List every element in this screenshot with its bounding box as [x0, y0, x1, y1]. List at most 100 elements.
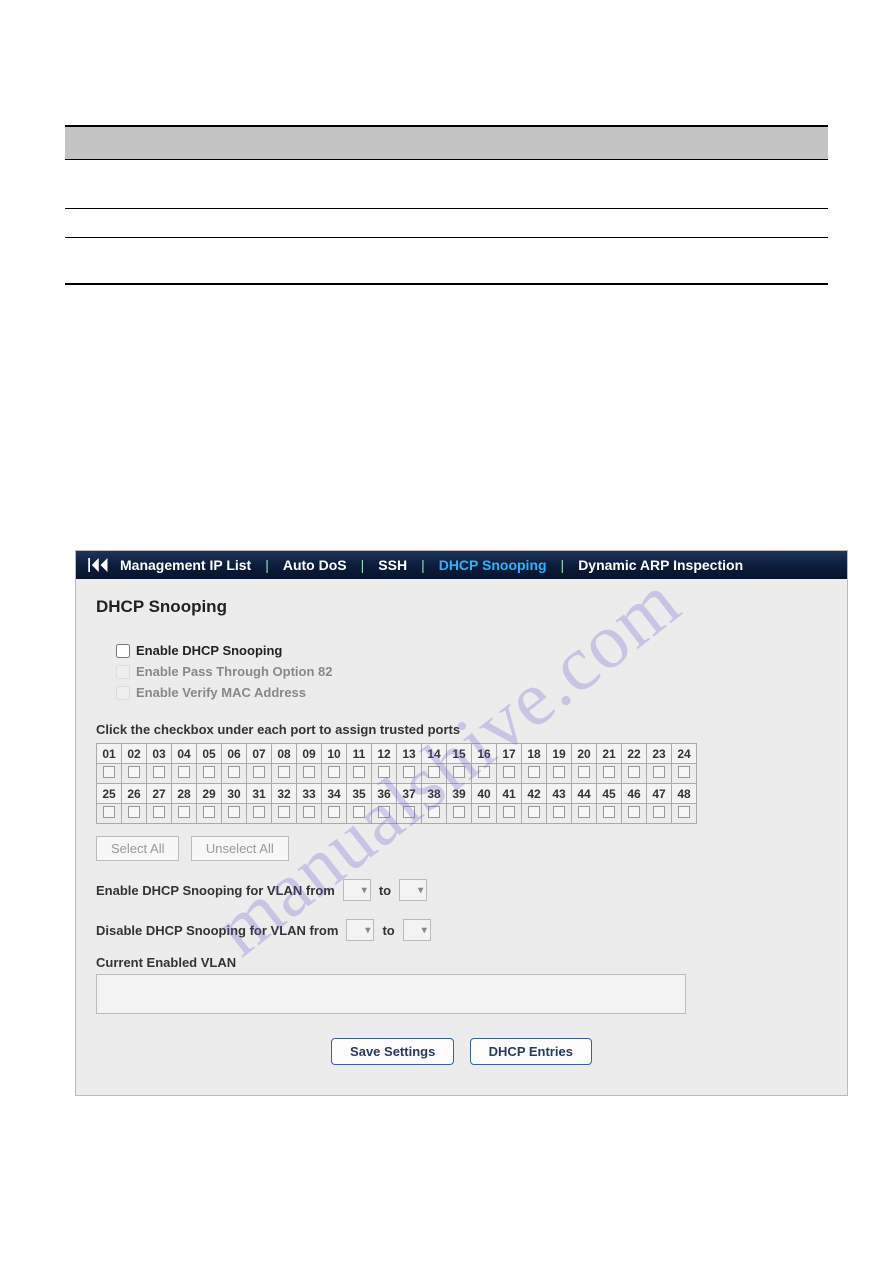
port-checkbox-22[interactable]	[622, 764, 647, 784]
port-header-45: 45	[597, 784, 622, 804]
port-checkbox-26[interactable]	[122, 804, 147, 824]
port-checkbox-30[interactable]	[222, 804, 247, 824]
port-header-02: 02	[122, 744, 147, 764]
port-header-40: 40	[472, 784, 497, 804]
port-checkbox-06[interactable]	[222, 764, 247, 784]
port-header-09: 09	[297, 744, 322, 764]
port-header-32: 32	[272, 784, 297, 804]
save-settings-button[interactable]: Save Settings	[331, 1038, 454, 1065]
port-checkbox-18[interactable]	[522, 764, 547, 784]
port-checkbox-44[interactable]	[572, 804, 597, 824]
port-header-10: 10	[322, 744, 347, 764]
port-checkbox-16[interactable]	[472, 764, 497, 784]
tab-auto-dos[interactable]: Auto DoS	[283, 557, 347, 573]
checkbox-icon	[278, 806, 290, 818]
checkbox-icon	[553, 766, 565, 778]
port-checkbox-01[interactable]	[97, 764, 122, 784]
port-checkbox-24[interactable]	[672, 764, 697, 784]
enable-dhcp-snooping-label: Enable DHCP Snooping	[136, 643, 282, 658]
port-checkbox-04[interactable]	[172, 764, 197, 784]
port-checkbox-35[interactable]	[347, 804, 372, 824]
port-checkbox-19[interactable]	[547, 764, 572, 784]
port-checkbox-15[interactable]	[447, 764, 472, 784]
port-checkbox-27[interactable]	[147, 804, 172, 824]
enable-opt82-row: Enable Pass Through Option 82	[116, 664, 827, 679]
tab-dynamic-arp[interactable]: Dynamic ARP Inspection	[578, 557, 743, 573]
port-header-08: 08	[272, 744, 297, 764]
checkbox-icon	[203, 766, 215, 778]
port-header-06: 06	[222, 744, 247, 764]
port-checkbox-45[interactable]	[597, 804, 622, 824]
port-checkbox-33[interactable]	[297, 804, 322, 824]
enable-vlan-to-dropdown[interactable]: ▾	[399, 879, 427, 901]
checkbox-icon	[228, 806, 240, 818]
enable-vlan-from-dropdown[interactable]: ▾	[343, 879, 371, 901]
port-header-16: 16	[472, 744, 497, 764]
trusted-ports-instruction: Click the checkbox under each port to as…	[96, 722, 827, 737]
port-checkbox-09[interactable]	[297, 764, 322, 784]
port-checkbox-47[interactable]	[647, 804, 672, 824]
port-checkbox-41[interactable]	[497, 804, 522, 824]
dhcp-entries-button[interactable]: DHCP Entries	[470, 1038, 592, 1065]
checkbox-icon	[103, 766, 115, 778]
port-checkbox-31[interactable]	[247, 804, 272, 824]
rewind-icon[interactable]	[86, 557, 108, 573]
port-checkbox-32[interactable]	[272, 804, 297, 824]
port-checkbox-08[interactable]	[272, 764, 297, 784]
port-checkbox-11[interactable]	[347, 764, 372, 784]
port-checkbox-42[interactable]	[522, 804, 547, 824]
port-checkbox-25[interactable]	[97, 804, 122, 824]
port-checkbox-34[interactable]	[322, 804, 347, 824]
port-checkbox-21[interactable]	[597, 764, 622, 784]
port-checkbox-07[interactable]	[247, 764, 272, 784]
port-checkbox-36[interactable]	[372, 804, 397, 824]
tab-bar: Management IP List | Auto DoS | SSH | DH…	[76, 551, 847, 579]
enable-vlan-label: Enable DHCP Snooping for VLAN from	[96, 883, 335, 898]
port-header-46: 46	[622, 784, 647, 804]
port-checkbox-10[interactable]	[322, 764, 347, 784]
port-checkbox-29[interactable]	[197, 804, 222, 824]
port-checkbox-17[interactable]	[497, 764, 522, 784]
port-checkbox-48[interactable]	[672, 804, 697, 824]
tab-ssh[interactable]: SSH	[378, 557, 407, 573]
checkbox-icon	[203, 806, 215, 818]
port-header-30: 30	[222, 784, 247, 804]
port-checkbox-37[interactable]	[397, 804, 422, 824]
port-checkbox-43[interactable]	[547, 804, 572, 824]
checkbox-icon	[403, 806, 415, 818]
checkbox-icon	[128, 766, 140, 778]
checkbox-icon	[253, 806, 265, 818]
port-checkbox-40[interactable]	[472, 804, 497, 824]
unselect-all-button[interactable]: Unselect All	[191, 836, 289, 861]
disable-vlan-from-dropdown[interactable]: ▾	[346, 919, 374, 941]
tab-dhcp-snooping[interactable]: DHCP Snooping	[439, 557, 547, 573]
port-header-15: 15	[447, 744, 472, 764]
enable-dhcp-snooping-checkbox[interactable]	[116, 644, 130, 658]
tab-separator: |	[421, 557, 425, 573]
checkbox-icon	[603, 806, 615, 818]
tab-separator: |	[361, 557, 365, 573]
port-checkbox-28[interactable]	[172, 804, 197, 824]
vlan-to-label: to	[382, 923, 394, 938]
enable-verify-mac-label: Enable Verify MAC Address	[136, 685, 306, 700]
port-checkbox-46[interactable]	[622, 804, 647, 824]
port-header-39: 39	[447, 784, 472, 804]
checkbox-icon	[353, 766, 365, 778]
port-checkbox-14[interactable]	[422, 764, 447, 784]
select-all-button[interactable]: Select All	[96, 836, 179, 861]
port-checkbox-02[interactable]	[122, 764, 147, 784]
current-enabled-vlan-box	[96, 974, 686, 1014]
tab-management-ip[interactable]: Management IP List	[120, 557, 251, 573]
port-header-25: 25	[97, 784, 122, 804]
checkbox-icon	[378, 766, 390, 778]
port-checkbox-03[interactable]	[147, 764, 172, 784]
port-checkbox-23[interactable]	[647, 764, 672, 784]
port-checkbox-39[interactable]	[447, 804, 472, 824]
port-checkbox-12[interactable]	[372, 764, 397, 784]
port-checkbox-20[interactable]	[572, 764, 597, 784]
port-checkbox-05[interactable]	[197, 764, 222, 784]
disable-vlan-to-dropdown[interactable]: ▾	[403, 919, 431, 941]
port-checkbox-38[interactable]	[422, 804, 447, 824]
checkbox-icon	[628, 766, 640, 778]
port-checkbox-13[interactable]	[397, 764, 422, 784]
